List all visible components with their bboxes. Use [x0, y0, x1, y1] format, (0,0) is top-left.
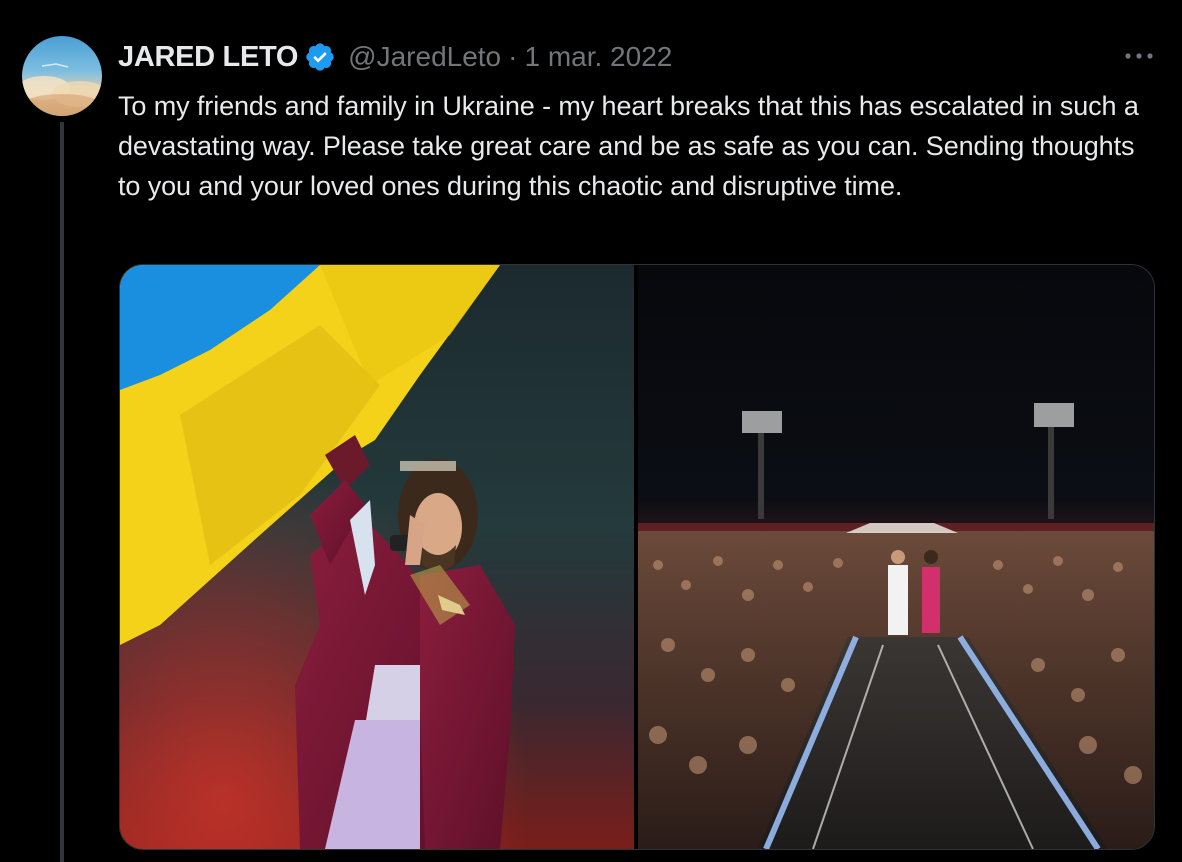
media-photo-concert-crowd[interactable] — [638, 265, 1154, 849]
tweet-text: To my friends and family in Ukraine - my… — [118, 91, 1139, 201]
media-photo-performer-flag[interactable] — [120, 265, 634, 849]
media-grid — [119, 264, 1155, 850]
verified-badge-icon — [304, 41, 336, 73]
separator-dot: · — [508, 41, 518, 72]
author-name[interactable]: JARED LETO — [118, 41, 298, 74]
tweet-content: JARED LETO @JaredLeto · 1 mar. 2022 To m… — [118, 36, 1158, 206]
author-handle[interactable]: @JaredLeto — [348, 41, 501, 73]
tweet-date[interactable]: 1 mar. 2022 — [524, 41, 672, 73]
more-dots-icon[interactable] — [1119, 38, 1159, 74]
avatar[interactable] — [22, 36, 102, 116]
tweet[interactable]: JARED LETO @JaredLeto · 1 mar. 2022 To m… — [0, 0, 1182, 862]
tweet-header: JARED LETO @JaredLeto · 1 mar. 2022 — [118, 36, 1158, 78]
thread-line — [60, 122, 64, 862]
